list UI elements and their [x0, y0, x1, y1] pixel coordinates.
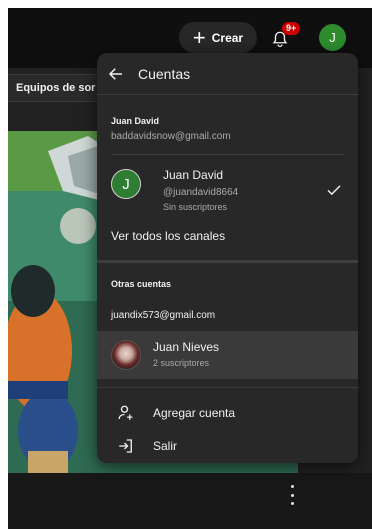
back-arrow-icon[interactable] [107, 65, 125, 83]
add-account-icon [118, 405, 133, 420]
youtube-app: + Crear 9+ J Equipos de sor Cuentas Juan… [8, 8, 372, 529]
plus-icon: + [192, 24, 206, 50]
current-google-account-name: Juan David [111, 116, 160, 126]
view-all-channels-link[interactable]: Ver todos los canales [111, 229, 225, 243]
current-google-account-email: baddavidsnow@gmail.com [111, 131, 231, 142]
accounts-menu: Cuentas Juan David baddavidsnow@gmail.co… [97, 53, 358, 463]
notification-badge: 9+ [282, 22, 301, 35]
current-channel-item[interactable]: J Juan David @juandavid8664 Sin suscript… [97, 161, 358, 213]
menu-title: Cuentas [138, 66, 191, 82]
checkmark-icon [327, 185, 341, 196]
sign-out-icon [119, 439, 132, 453]
other-accounts-heading: Otras cuentas [111, 279, 172, 289]
channel-handle: @juandavid8664 [163, 187, 239, 198]
divider [97, 260, 358, 263]
channel-subscribers: Sin suscriptores [163, 202, 228, 212]
other-account-email: juandix573@gmail.com [111, 310, 216, 321]
other-channel-subscribers: 2 suscriptores [153, 358, 210, 368]
divider [97, 387, 358, 388]
other-channel-item[interactable]: Juan Nieves 2 suscriptores [97, 331, 358, 379]
channel-avatar: J [111, 169, 141, 199]
other-channel-name: Juan Nieves [153, 340, 220, 354]
add-account-label: Agregar cuenta [153, 406, 236, 420]
other-channel-avatar [111, 340, 141, 370]
section-heading-strip: Equipos de sor [8, 74, 98, 102]
create-label: Crear [211, 30, 244, 45]
bottom-area [8, 473, 372, 529]
create-button[interactable]: + Crear [179, 22, 257, 53]
sign-out-label: Salir [153, 439, 178, 453]
section-heading: Equipos de sor [16, 82, 96, 94]
account-avatar-button[interactable]: J [319, 24, 346, 51]
accounts-menu-header: Cuentas [97, 53, 358, 95]
channel-name: Juan David [163, 168, 224, 182]
sign-out-item[interactable]: Salir [97, 431, 358, 461]
more-options-icon[interactable] [287, 485, 297, 505]
divider [111, 154, 345, 155]
add-account-item[interactable]: Agregar cuenta [97, 398, 358, 428]
